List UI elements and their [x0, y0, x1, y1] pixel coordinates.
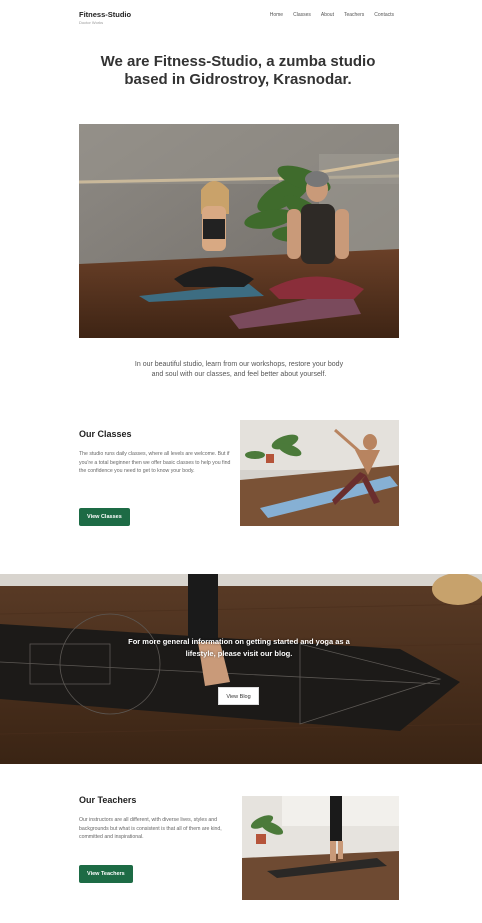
view-classes-button[interactable]: View Classes	[79, 508, 130, 526]
brand-subtitle: Doctor Works	[79, 20, 104, 25]
nav-classes[interactable]: Classes	[293, 12, 311, 18]
brand-name: Fitness-Studio	[79, 10, 132, 19]
blog-text: For more general information on getting …	[128, 637, 350, 658]
intro-text: In our beautiful studio, learn from our …	[134, 361, 344, 378]
classes-photo	[240, 420, 399, 526]
classes-title: Our Classes	[79, 429, 132, 439]
teachers-text: Our instructors are all different, with …	[79, 817, 222, 840]
nav-teachers[interactable]: Teachers	[344, 12, 364, 18]
main-nav: Home Classes About Teachers Contacts	[270, 12, 394, 18]
blog-banner	[0, 574, 482, 764]
site-header: Fitness-Studio Doctor Works Home Classes…	[0, 0, 482, 40]
teachers-title: Our Teachers	[79, 795, 137, 805]
nav-about[interactable]: About	[321, 12, 334, 18]
hero-photo	[79, 124, 399, 338]
classes-text: The studio runs daily classes, where all…	[79, 451, 231, 474]
hero-title: We are Fitness-Studio, a zumba studio ba…	[100, 53, 376, 88]
nav-home[interactable]: Home	[270, 12, 283, 18]
brand-logo[interactable]: Fitness-Studio Doctor Works	[79, 10, 131, 25]
teachers-photo	[242, 796, 399, 900]
view-teachers-button[interactable]: View Teachers	[79, 865, 133, 883]
view-blog-button[interactable]: View Blog	[218, 687, 259, 705]
nav-contacts[interactable]: Contacts	[374, 12, 394, 18]
